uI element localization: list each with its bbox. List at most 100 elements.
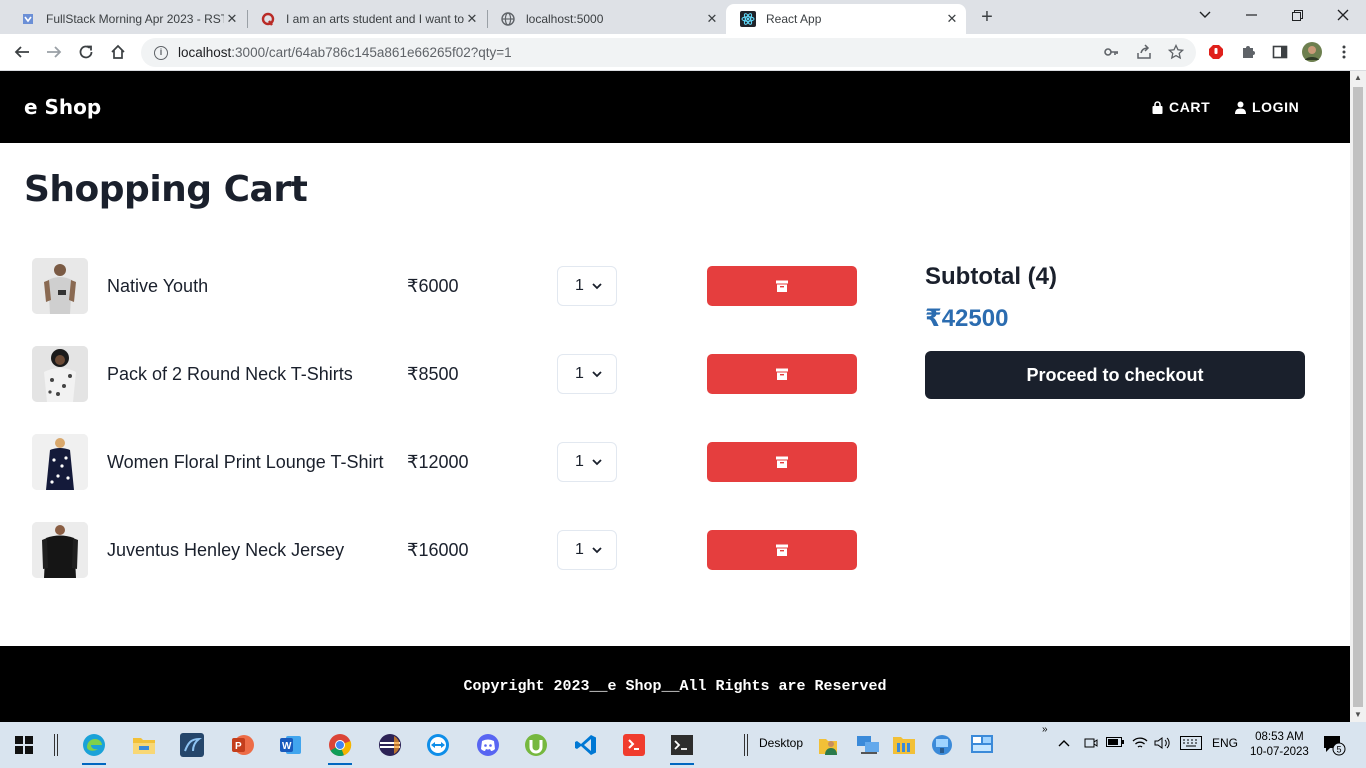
scroll-up-arrow-icon[interactable]: ▲ bbox=[1350, 71, 1366, 85]
forward-button[interactable] bbox=[42, 40, 66, 64]
quantity-select[interactable]: 1 bbox=[557, 266, 617, 306]
desktop-toolbar-label[interactable]: Desktop bbox=[759, 736, 803, 750]
close-tab-icon[interactable]: ✕ bbox=[944, 11, 960, 27]
brand-logo[interactable]: e Shop bbox=[24, 95, 101, 119]
chrome-icon[interactable] bbox=[324, 729, 356, 765]
network-computer-icon[interactable] bbox=[852, 729, 884, 761]
product-image[interactable] bbox=[32, 434, 88, 490]
quantity-value: 1 bbox=[575, 453, 584, 470]
active-indicator bbox=[82, 763, 106, 765]
address-bar[interactable]: i localhost:3000/cart/64ab786c145a861e66… bbox=[141, 38, 1196, 67]
git-client-icon[interactable] bbox=[618, 729, 650, 761]
network-icon[interactable] bbox=[926, 729, 958, 761]
notification-center-icon[interactable]: 5 bbox=[1322, 734, 1346, 759]
back-button[interactable] bbox=[10, 40, 34, 64]
meet-now-icon[interactable] bbox=[1084, 736, 1098, 753]
archive-icon bbox=[776, 456, 788, 468]
quantity-value: 1 bbox=[575, 277, 584, 294]
clock-time: 08:53 AM bbox=[1255, 731, 1304, 743]
extensions-puzzle-icon[interactable] bbox=[1238, 42, 1258, 62]
share-icon[interactable] bbox=[1134, 42, 1154, 62]
vscode-icon[interactable] bbox=[570, 729, 602, 761]
cart-item-row: Juventus Henley Neck Jersey ₹16000 1 bbox=[32, 522, 862, 578]
product-image[interactable] bbox=[32, 522, 88, 578]
chrome-menu-icon[interactable] bbox=[1334, 42, 1354, 62]
browser-tab-react-app[interactable]: React App ✕ bbox=[726, 4, 966, 34]
user-icon bbox=[1235, 101, 1246, 114]
key-icon[interactable] bbox=[1101, 42, 1121, 62]
home-button[interactable] bbox=[106, 40, 130, 64]
page-scrollbar[interactable]: ▲ ▼ bbox=[1350, 71, 1366, 722]
adblock-extension-icon[interactable] bbox=[1206, 42, 1226, 62]
tab-title: I am an arts student and I want to bbox=[286, 12, 464, 26]
browser-tab-quora[interactable]: I am an arts student and I want to ✕ bbox=[246, 4, 486, 34]
windows-start-icon[interactable] bbox=[8, 729, 40, 761]
nav-cart-link[interactable]: CART bbox=[1152, 99, 1210, 115]
show-hidden-icons-icon[interactable] bbox=[1058, 736, 1070, 750]
close-window-button[interactable] bbox=[1320, 0, 1366, 30]
powerpoint-icon[interactable]: P bbox=[226, 729, 258, 761]
restore-button[interactable] bbox=[1274, 0, 1320, 30]
guvi-favicon-icon bbox=[20, 11, 36, 27]
utorrent-icon[interactable] bbox=[520, 729, 552, 761]
remove-item-button[interactable] bbox=[707, 530, 857, 570]
close-tab-icon[interactable]: ✕ bbox=[464, 11, 480, 27]
tab-search-icon[interactable] bbox=[1182, 0, 1228, 30]
quantity-select[interactable]: 1 bbox=[557, 442, 617, 482]
close-tab-icon[interactable]: ✕ bbox=[224, 11, 240, 27]
react-favicon-icon bbox=[740, 11, 756, 27]
toolbar-overflow-icon[interactable]: » bbox=[1042, 724, 1048, 735]
product-name[interactable]: Native Youth bbox=[107, 276, 208, 297]
bookmark-star-icon[interactable] bbox=[1166, 42, 1186, 62]
checkout-button[interactable]: Proceed to checkout bbox=[925, 351, 1305, 399]
scroll-down-arrow-icon[interactable]: ▼ bbox=[1350, 708, 1366, 722]
discord-icon[interactable] bbox=[472, 729, 504, 761]
touch-keyboard-icon[interactable] bbox=[1180, 736, 1202, 753]
quantity-select[interactable]: 1 bbox=[557, 530, 617, 570]
terminal-icon[interactable] bbox=[666, 729, 698, 765]
new-tab-button[interactable]: + bbox=[976, 6, 998, 28]
product-image[interactable] bbox=[32, 258, 88, 314]
wifi-icon[interactable] bbox=[1132, 736, 1148, 753]
chevron-down-icon bbox=[592, 546, 602, 553]
remove-item-button[interactable] bbox=[707, 266, 857, 306]
remove-item-button[interactable] bbox=[707, 442, 857, 482]
quantity-value: 1 bbox=[575, 541, 584, 558]
quantity-select[interactable]: 1 bbox=[557, 354, 617, 394]
product-name[interactable]: Pack of 2 Round Neck T-Shirts bbox=[107, 364, 353, 385]
tab-title: localhost:5000 bbox=[526, 12, 604, 26]
browser-toolbar: i localhost:3000/cart/64ab786c145a861e66… bbox=[0, 34, 1366, 71]
product-name[interactable]: Juventus Henley Neck Jersey bbox=[107, 540, 344, 561]
system-clock[interactable]: 08:53 AM 10-07-2023 bbox=[1250, 730, 1309, 760]
libraries-folder-icon[interactable] bbox=[888, 729, 920, 761]
nav-login-link[interactable]: LOGIN bbox=[1235, 99, 1299, 115]
product-price: ₹8500 bbox=[407, 364, 459, 384]
mysql-workbench-icon[interactable] bbox=[176, 729, 208, 761]
control-panel-icon[interactable] bbox=[966, 729, 998, 761]
notification-count: 5 bbox=[1337, 745, 1342, 755]
file-explorer-icon[interactable] bbox=[128, 729, 160, 761]
minimize-button[interactable] bbox=[1228, 0, 1274, 30]
browser-tab-localhost-5000[interactable]: localhost:5000 ✕ bbox=[486, 4, 726, 34]
eclipse-icon[interactable] bbox=[374, 729, 406, 761]
side-panel-icon[interactable] bbox=[1270, 42, 1290, 62]
page-viewport: e Shop CART LOGIN Shopping Cart Native Y… bbox=[0, 71, 1350, 722]
edge-icon[interactable] bbox=[78, 729, 110, 765]
product-image[interactable] bbox=[32, 346, 88, 402]
user-folder-icon[interactable] bbox=[812, 729, 844, 761]
battery-icon[interactable] bbox=[1106, 736, 1124, 750]
close-tab-icon[interactable]: ✕ bbox=[704, 11, 720, 27]
tab-title: FullStack Morning Apr 2023 - RST bbox=[46, 12, 224, 26]
teamviewer-icon[interactable] bbox=[422, 729, 454, 761]
reload-button[interactable] bbox=[74, 40, 98, 64]
remove-item-button[interactable] bbox=[707, 354, 857, 394]
browser-tab-fullstack[interactable]: FullStack Morning Apr 2023 - RST ✕ bbox=[6, 4, 246, 34]
volume-icon[interactable] bbox=[1154, 736, 1172, 753]
input-language[interactable]: ENG bbox=[1212, 736, 1238, 750]
product-name[interactable]: Women Floral Print Lounge T-Shirt bbox=[107, 452, 383, 473]
word-icon[interactable]: W bbox=[274, 729, 306, 761]
scrollbar-thumb[interactable] bbox=[1353, 87, 1363, 707]
profile-avatar[interactable] bbox=[1302, 42, 1322, 62]
product-price: ₹16000 bbox=[407, 540, 469, 560]
site-info-icon[interactable]: i bbox=[154, 45, 168, 60]
